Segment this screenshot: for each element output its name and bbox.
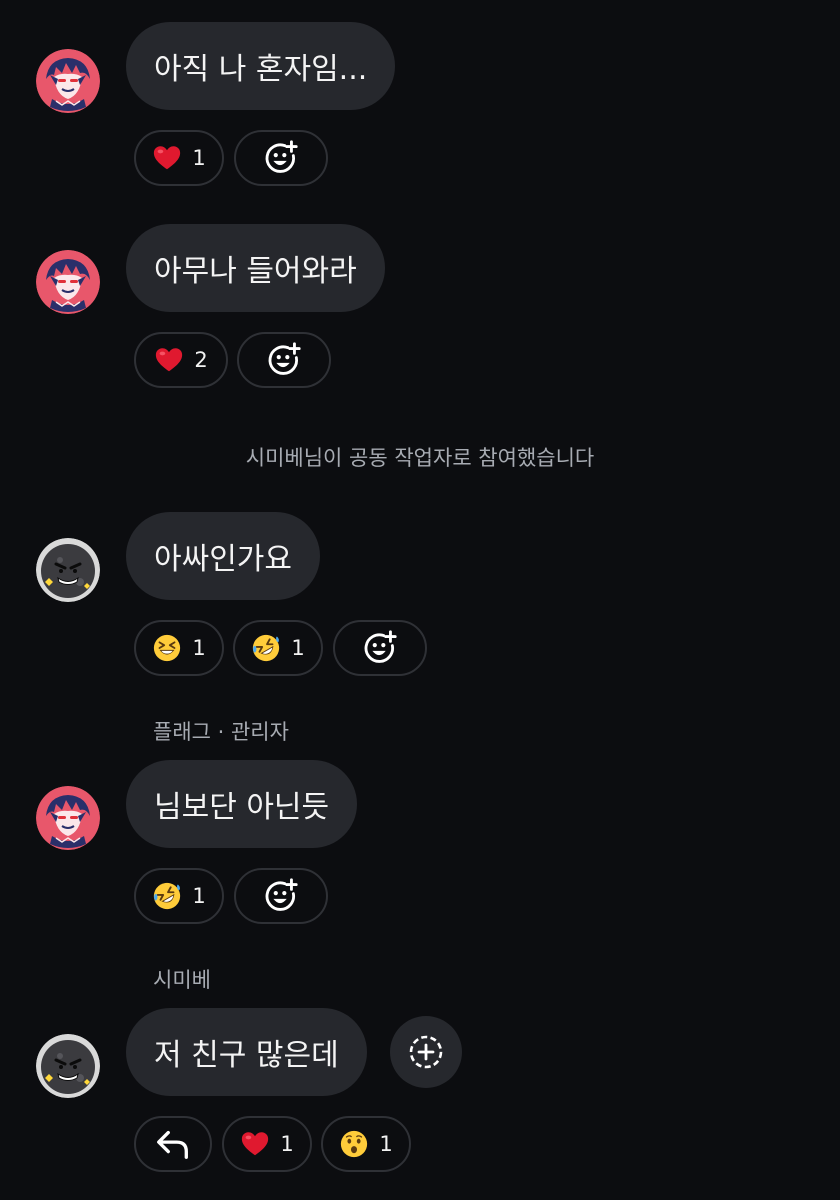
message-bubble[interactable]: 님보단 아닌듯: [126, 760, 358, 848]
rock-avatar-icon: [36, 538, 100, 602]
avatar[interactable]: [36, 250, 100, 314]
reaction-heart[interactable]: 1: [222, 1116, 312, 1172]
message-text: 아무나 들어와라: [154, 254, 357, 289]
add-circle-icon: [406, 1032, 446, 1072]
reaction-heart[interactable]: 2: [134, 332, 228, 388]
heart-icon: [152, 143, 182, 173]
add-reaction-button[interactable]: [333, 620, 427, 676]
reaction-count: 2: [194, 348, 208, 372]
reaction-count: 1: [291, 636, 305, 660]
avatar[interactable]: [36, 1034, 100, 1098]
grinning-squinting-face-icon: [152, 633, 182, 663]
reaction-count: 1: [192, 146, 206, 170]
reaction-hushed[interactable]: 1: [321, 1116, 411, 1172]
add-reaction-button[interactable]: [234, 130, 328, 186]
reaction-heart[interactable]: 1: [134, 130, 224, 186]
heart-icon: [154, 345, 184, 375]
reply-button[interactable]: [134, 1116, 212, 1172]
reaction-count: 1: [192, 636, 206, 660]
rolling-on-floor-laughing-icon: [152, 881, 182, 911]
message-bubble[interactable]: 아무나 들어와라: [126, 224, 385, 312]
message-text: 아싸인가요: [154, 542, 292, 577]
message-text: 아직 나 혼자임...: [154, 52, 368, 87]
sender-label: 플래그 · 관리자: [153, 720, 289, 744]
message-bubble[interactable]: 저 친구 많은데: [126, 1008, 367, 1096]
message-text: 님보단 아닌듯: [154, 790, 330, 825]
add-reaction-icon: [265, 341, 303, 379]
reaction-grinning-squinting[interactable]: 1: [134, 620, 224, 676]
hushed-face-icon: [339, 1129, 369, 1159]
add-reaction-icon: [361, 629, 399, 667]
add-reaction-button[interactable]: [234, 868, 328, 924]
system-message: 시미베님이 공동 작업자로 참여했습니다: [245, 446, 595, 470]
anime-avatar-icon: [36, 250, 100, 314]
anime-avatar-icon: [36, 786, 100, 850]
reaction-rofl[interactable]: 1: [134, 868, 224, 924]
add-reaction-icon: [262, 139, 300, 177]
sender-label: 시미베: [153, 968, 211, 992]
rolling-on-floor-laughing-icon: [251, 633, 281, 663]
reply-icon: [154, 1125, 192, 1163]
reaction-count: 1: [192, 884, 206, 908]
add-reaction-icon: [262, 877, 300, 915]
rock-avatar-icon: [36, 1034, 100, 1098]
reaction-count: 1: [379, 1132, 393, 1156]
reaction-rofl[interactable]: 1: [233, 620, 323, 676]
anime-avatar-icon: [36, 49, 100, 113]
add-reaction-button[interactable]: [390, 1016, 462, 1088]
reaction-count: 1: [280, 1132, 294, 1156]
message-bubble[interactable]: 아싸인가요: [126, 512, 320, 600]
avatar[interactable]: [36, 538, 100, 602]
avatar[interactable]: [36, 786, 100, 850]
avatar[interactable]: [36, 49, 100, 113]
heart-icon: [240, 1129, 270, 1159]
add-reaction-button[interactable]: [237, 332, 331, 388]
message-bubble[interactable]: 아직 나 혼자임...: [126, 22, 396, 110]
message-text: 저 친구 많은데: [154, 1038, 339, 1073]
